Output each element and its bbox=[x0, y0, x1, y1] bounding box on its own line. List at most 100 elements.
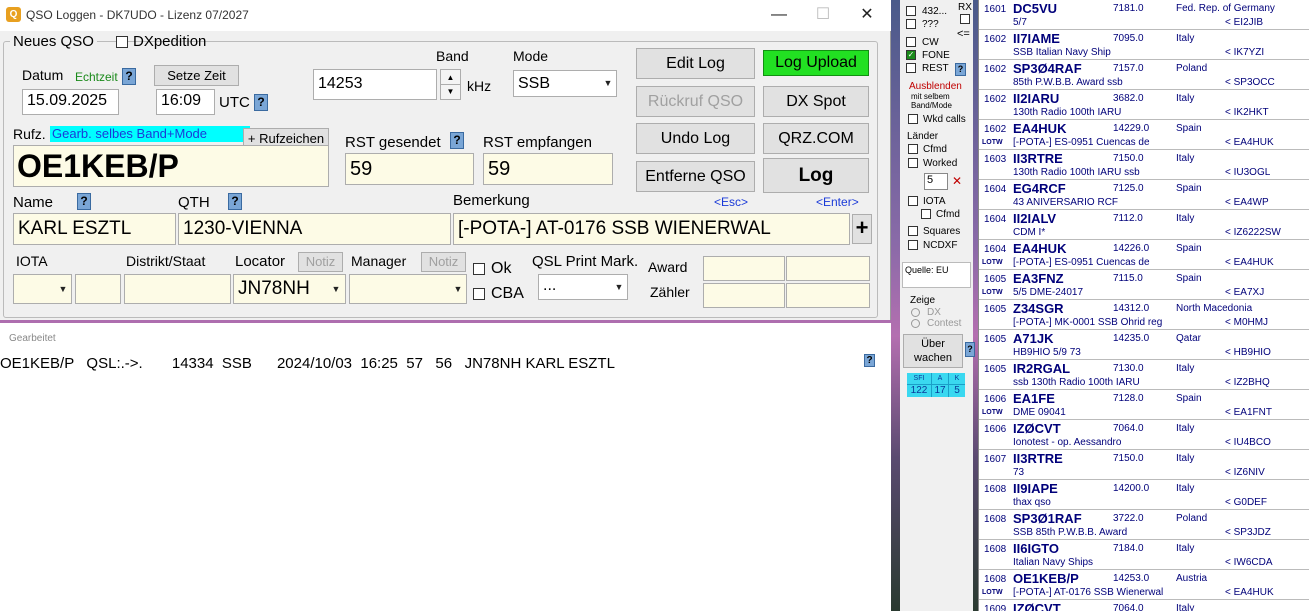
dx-spot-button[interactable]: DX Spot bbox=[763, 86, 869, 117]
log-help-button[interactable]: ? bbox=[864, 354, 875, 367]
name-help-button[interactable]: ? bbox=[77, 193, 91, 210]
spot-row[interactable]: 1606 IZØCVT 7064.0 Italy Ionotest - op. Aess… bbox=[979, 420, 1309, 450]
spot-row[interactable]: 1608 II9IAPE 14200.0 Italy thax qso < G0DEF bbox=[979, 480, 1309, 510]
spot-row[interactable]: 1602 II7IAME 7095.0 Italy SSB Italian Navy S… bbox=[979, 30, 1309, 60]
filter-help-button[interactable]: ? bbox=[955, 63, 966, 76]
ueberwachen-button[interactable]: Über wachen bbox=[903, 334, 963, 368]
rst-received-field[interactable]: 59 bbox=[483, 153, 613, 185]
spin-up-icon[interactable]: ▲ bbox=[441, 70, 460, 85]
award-field-1[interactable] bbox=[703, 256, 785, 281]
callsign-field[interactable]: OE1KEB/P bbox=[13, 145, 329, 187]
locator-notiz-button[interactable]: Notiz bbox=[298, 252, 343, 272]
qth-help-button[interactable]: ? bbox=[228, 193, 242, 210]
log-upload-button[interactable]: Log Upload bbox=[763, 50, 869, 76]
spot-row[interactable]: 1608 II6IGTO 7184.0 Italy Italian Navy Ships… bbox=[979, 540, 1309, 570]
date-field[interactable]: 15.09.2025 bbox=[22, 89, 119, 115]
utc-help-button[interactable]: ? bbox=[254, 94, 268, 111]
echtzeit-help-button[interactable]: ? bbox=[122, 68, 136, 85]
laender-cfmd-checkbox[interactable] bbox=[908, 144, 918, 154]
setze-zeit-button[interactable]: Setze Zeit bbox=[154, 65, 239, 86]
spot-time: 1605 bbox=[984, 274, 1007, 285]
band-unknown-checkbox[interactable] bbox=[906, 19, 916, 29]
chevron-down-icon[interactable]: ▼ bbox=[600, 71, 616, 96]
contest-radio[interactable] bbox=[911, 319, 920, 328]
rst-sent-field[interactable]: 59 bbox=[345, 153, 474, 185]
spin-down-icon[interactable]: ▼ bbox=[441, 85, 460, 99]
iota-filter-checkbox[interactable] bbox=[908, 196, 918, 206]
chevron-down-icon[interactable]: ▼ bbox=[55, 276, 71, 302]
frequency-field[interactable]: 14253 bbox=[313, 69, 437, 100]
close-button[interactable]: ✕ bbox=[852, 4, 882, 26]
award-field-2[interactable] bbox=[786, 256, 870, 281]
spot-comment: 130th Radio 100th IARU bbox=[1013, 107, 1122, 118]
rst-help-button[interactable]: ? bbox=[450, 132, 464, 149]
spot-row[interactable]: 1607 II3RTRE 7150.0 Italy 73 < IZ6NIV bbox=[979, 450, 1309, 480]
entferne-qso-button[interactable]: Entferne QSO bbox=[636, 161, 755, 192]
manager-notiz-button[interactable]: Notiz bbox=[421, 252, 466, 272]
spot-row[interactable]: 1605 A71JK 14235.0 Qatar HB9HIO 5/9 73 < HB9H… bbox=[979, 330, 1309, 360]
spot-row[interactable]: 1606 EA1FE 7128.0 Spain DME 09041 < EA1FNT LOT… bbox=[979, 390, 1309, 420]
add-bemerkung-button[interactable]: + bbox=[852, 214, 872, 244]
dxpedition-checkbox[interactable] bbox=[116, 36, 128, 48]
spot-frequency: 7112.0 bbox=[1113, 213, 1143, 224]
iota-number-field[interactable] bbox=[75, 274, 121, 304]
spot-row[interactable]: 1604 EG4RCF 7125.0 Spain 43 ANIVERSARIO RCF <… bbox=[979, 180, 1309, 210]
zaehler-field-1[interactable] bbox=[703, 283, 785, 308]
spot-row[interactable]: 1604 EA4HUK 14226.0 Spain [-POTA-] ES-0951 C… bbox=[979, 240, 1309, 270]
qrz-com-button[interactable]: QRZ.COM bbox=[763, 123, 869, 154]
ok-checkbox[interactable] bbox=[473, 263, 485, 275]
squares-checkbox[interactable] bbox=[908, 226, 918, 236]
qth-field[interactable]: 1230-VIENNA bbox=[178, 213, 451, 245]
maximize-button[interactable]: ☐ bbox=[808, 4, 838, 26]
spot-row[interactable]: 1601 DC5VU 7181.0 Fed. Rep. of Germany 5/7 < … bbox=[979, 0, 1309, 30]
spot-frequency: 14226.0 bbox=[1113, 243, 1150, 254]
chevron-down-icon[interactable]: ▼ bbox=[611, 275, 627, 299]
spot-row[interactable]: 1609 IZØCVT 7064.0 Italy bbox=[979, 600, 1309, 611]
dx-radio[interactable] bbox=[911, 308, 920, 317]
name-field[interactable]: KARL ESZTL bbox=[13, 213, 176, 245]
log-entry-row[interactable]: OE1KEB/P QSL:.->. 14334 SSB 2024/10/03 1… bbox=[0, 355, 615, 372]
frequency-spinner[interactable]: ▲ ▼ bbox=[440, 69, 461, 100]
fone-checkbox[interactable]: ✓ bbox=[906, 50, 916, 60]
laender-worked-checkbox[interactable] bbox=[908, 158, 918, 168]
spot-row[interactable]: 1603 II3RTRE 7150.0 Italy 130th Radio 100th … bbox=[979, 150, 1309, 180]
spot-spotter: < EA4WP bbox=[1225, 197, 1269, 208]
chevron-down-icon[interactable]: ▼ bbox=[328, 276, 344, 302]
spot-row[interactable]: 1608 OE1KEB/P 14253.0 Austria [-POTA-] AT-01… bbox=[979, 570, 1309, 600]
iota-cfmd-checkbox[interactable] bbox=[921, 209, 931, 219]
ncdxf-checkbox[interactable] bbox=[908, 240, 918, 250]
spot-row[interactable]: 1605 EA3FNZ 7115.0 Spain 5/5 DME-24017 < EA7X… bbox=[979, 270, 1309, 300]
zaehler-field-2[interactable] bbox=[786, 283, 870, 308]
time-field[interactable]: 16:09 bbox=[156, 89, 215, 115]
spot-row[interactable]: 1602 II2IARU 3682.0 Italy 130th Radio 100th … bbox=[979, 90, 1309, 120]
laender-count-spinner[interactable]: 5 bbox=[924, 173, 948, 190]
distrikt-field[interactable] bbox=[124, 274, 231, 304]
esc-hint: <Esc> bbox=[714, 195, 749, 209]
clear-x-icon[interactable]: ✕ bbox=[952, 174, 962, 188]
arrow-left-icon[interactable]: <= bbox=[957, 28, 970, 40]
ueberwachen-help-button[interactable]: ? bbox=[965, 342, 975, 357]
spot-row[interactable]: 1602 SP3Ø4RAF 7157.0 Poland 85th P.W.B.B. Aw… bbox=[979, 60, 1309, 90]
spot-callsign: EA4HUK bbox=[1013, 121, 1067, 136]
spot-row[interactable]: 1604 II2IALV 7112.0 Italy CDM I* < IZ6222SW bbox=[979, 210, 1309, 240]
spot-row[interactable]: 1602 EA4HUK 14229.0 Spain [-POTA-] ES-0951 C… bbox=[979, 120, 1309, 150]
band-432-checkbox[interactable] bbox=[906, 6, 916, 16]
spot-spotter: < IU3OGL bbox=[1225, 167, 1271, 178]
log-button[interactable]: Log bbox=[763, 158, 869, 193]
rest-checkbox[interactable] bbox=[906, 63, 916, 73]
spot-row[interactable]: 1605 Z34SGR 14312.0 North Macedonia [-POTA-]… bbox=[979, 300, 1309, 330]
wkd-calls-checkbox[interactable] bbox=[908, 114, 918, 124]
spot-row[interactable]: 1605 IR2RGAL 7130.0 Italy ssb 130th Radio 10… bbox=[979, 360, 1309, 390]
minimize-button[interactable]: — bbox=[764, 4, 794, 26]
cba-checkbox[interactable] bbox=[473, 288, 485, 300]
edit-log-button[interactable]: Edit Log bbox=[636, 48, 755, 79]
spot-row[interactable]: 1608 SP3Ø1RAF 3722.0 Poland SSB 85th P.W.B.B… bbox=[979, 510, 1309, 540]
rx-checkbox[interactable] bbox=[960, 14, 970, 24]
undo-log-button[interactable]: Undo Log bbox=[636, 123, 755, 154]
chevron-down-icon[interactable]: ▼ bbox=[450, 276, 466, 302]
rueckruf-qso-button[interactable]: Rückruf QSO bbox=[636, 86, 755, 117]
cw-checkbox[interactable] bbox=[906, 37, 916, 47]
solar-indices: SFI A K 122 17 5 bbox=[907, 373, 965, 397]
k-index-label: K bbox=[949, 373, 965, 384]
bemerkung-field[interactable]: [-POTA-] AT-0176 SSB WIENERWAL bbox=[453, 213, 850, 245]
